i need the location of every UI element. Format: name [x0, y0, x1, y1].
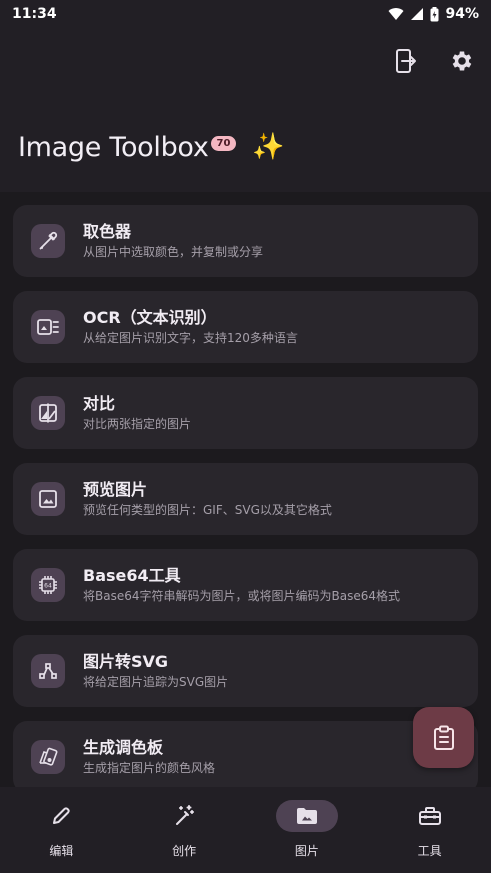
phone-export-icon	[396, 49, 416, 73]
tool-title: OCR（文本识别）	[83, 308, 217, 327]
nav-label: 编辑	[49, 844, 74, 858]
share-device-button[interactable]	[391, 46, 421, 76]
palette-icon	[31, 740, 65, 774]
battery-icon	[430, 6, 439, 21]
clipboard-icon	[433, 725, 454, 750]
wifi-icon	[388, 8, 404, 20]
paste-fab[interactable]	[413, 707, 474, 768]
tool-subtitle: 预览任何类型的图片：GIF、SVG以及其它格式	[83, 503, 332, 517]
tool-title: 生成调色板	[83, 738, 164, 757]
nav-item-edit[interactable]: 编辑	[0, 787, 123, 873]
sparkle-icon: ✨	[252, 132, 285, 162]
tool-title: 图片转SVG	[83, 652, 169, 671]
tool-title: Base64工具	[83, 566, 181, 585]
app-title: Image Toolbox	[18, 132, 209, 163]
top-app-bar: Image Toolbox 70 ✨	[0, 28, 491, 192]
tool-subtitle: 从图片中选取颜色，并复制或分享	[83, 245, 264, 259]
nav-label: 工具	[417, 844, 442, 858]
status-time: 11:34	[12, 6, 57, 22]
nav-label: 图片	[294, 844, 319, 858]
tool-card-palette[interactable]: 生成调色板 生成指定图片的颜色风格	[13, 721, 478, 793]
svg-text:64: 64	[44, 583, 52, 590]
status-icons: 94%	[388, 6, 479, 22]
gear-icon	[452, 51, 472, 71]
tool-card-color-picker[interactable]: 取色器 从图片中选取颜色，并复制或分享	[13, 205, 478, 277]
nav-item-images[interactable]: 图片	[246, 787, 369, 873]
tool-subtitle: 生成指定图片的颜色风格	[83, 761, 216, 775]
tool-card-image-preview[interactable]: 预览图片 预览任何类型的图片：GIF、SVG以及其它格式	[13, 463, 478, 535]
base64-chip-icon: 64	[31, 568, 65, 602]
magic-wand-icon	[176, 805, 195, 825]
image-preview-icon	[31, 482, 65, 516]
svg-trace-icon	[31, 654, 65, 688]
compare-icon	[31, 396, 65, 430]
pencil-icon	[53, 807, 71, 824]
ocr-icon	[31, 310, 65, 344]
tool-title: 对比	[83, 394, 116, 413]
tool-subtitle: 将给定图片追踪为SVG图片	[83, 675, 229, 689]
tool-card-ocr[interactable]: OCR（文本识别） 从给定图片识别文字，支持120多种语言	[13, 291, 478, 363]
tool-subtitle: 将Base64字符串解码为图片，或将图片编码为Base64格式	[83, 589, 400, 603]
tool-subtitle: 从给定图片识别文字，支持120多种语言	[83, 331, 298, 345]
toolbox-icon	[418, 807, 441, 825]
nav-item-tools[interactable]: 工具	[368, 787, 491, 873]
cellular-icon	[411, 8, 424, 20]
bottom-navigation: 编辑 创作 图片 工具	[0, 787, 491, 873]
settings-button[interactable]	[447, 46, 477, 76]
version-badge: 70	[210, 136, 237, 151]
battery-percent: 94%	[445, 6, 479, 22]
status-bar: 11:34 94%	[0, 0, 491, 28]
image-folder-icon	[296, 808, 317, 824]
tool-title: 预览图片	[83, 480, 148, 499]
tool-title: 取色器	[83, 222, 132, 241]
tool-card-image-to-svg[interactable]: 图片转SVG 将给定图片追踪为SVG图片	[13, 635, 478, 707]
tool-card-base64[interactable]: 64 Base64工具 将Base64字符串解码为图片，或将图片编码为Base6…	[13, 549, 478, 621]
tool-subtitle: 对比两张指定的图片	[83, 417, 192, 431]
eyedropper-icon	[31, 224, 65, 258]
tool-list: 取色器 从图片中选取颜色，并复制或分享 OCR（文本识别） 从给定图片识别文字，…	[13, 205, 478, 807]
tool-card-compare[interactable]: 对比 对比两张指定的图片	[13, 377, 478, 449]
nav-item-create[interactable]: 创作	[123, 787, 246, 873]
nav-label: 创作	[172, 844, 197, 858]
